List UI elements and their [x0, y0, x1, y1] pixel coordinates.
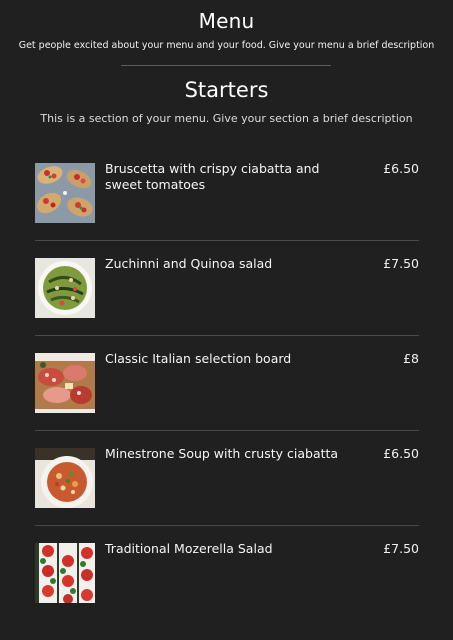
menu-item-name: Zuchinni and Quinoa salad — [105, 256, 273, 271]
menu-item-price: £7.50 — [383, 256, 419, 271]
menu-item-price: £6.50 — [383, 161, 419, 176]
menu-title: Menu — [198, 9, 255, 33]
bruschetta-photo — [35, 163, 95, 223]
item-divider — [35, 335, 419, 336]
menu-description: Get people excited about your menu and y… — [18, 40, 435, 51]
item-divider — [35, 240, 419, 241]
menu-item-name: Classic Italian selection board — [105, 351, 292, 366]
item-divider — [35, 430, 419, 431]
menu-item: Minestrone Soup with crusty ciabatta £6.… — [35, 445, 419, 540]
menu-item: Traditional Mozerella Salad £7.50 — [35, 540, 419, 635]
item-divider — [35, 525, 419, 526]
menu-item-price: £8 — [403, 351, 419, 366]
menu-items-list: Bruscetta with crispy ciabatta and sweet… — [35, 160, 419, 635]
section-description: This is a section of your menu. Give you… — [40, 112, 413, 125]
menu-item: Classic Italian selection board £8 — [35, 350, 419, 445]
charcuterie-board-photo — [35, 353, 95, 413]
zucchini-salad-photo — [35, 258, 95, 318]
menu-item-name: Bruscetta with crispy ciabatta and sweet… — [105, 161, 320, 192]
menu-item: Zuchinni and Quinoa salad £7.50 — [35, 255, 419, 350]
header-divider — [121, 65, 331, 66]
menu-item-name: Traditional Mozerella Salad — [105, 541, 273, 556]
menu-item-price: £7.50 — [383, 541, 419, 556]
menu-item-name: Minestrone Soup with crusty ciabatta — [105, 446, 339, 461]
minestrone-soup-photo — [35, 448, 95, 508]
menu-item-price: £6.50 — [383, 446, 419, 461]
menu-item: Bruscetta with crispy ciabatta and sweet… — [35, 160, 419, 255]
section-title: Starters — [184, 78, 269, 102]
caprese-salad-photo — [35, 543, 95, 603]
